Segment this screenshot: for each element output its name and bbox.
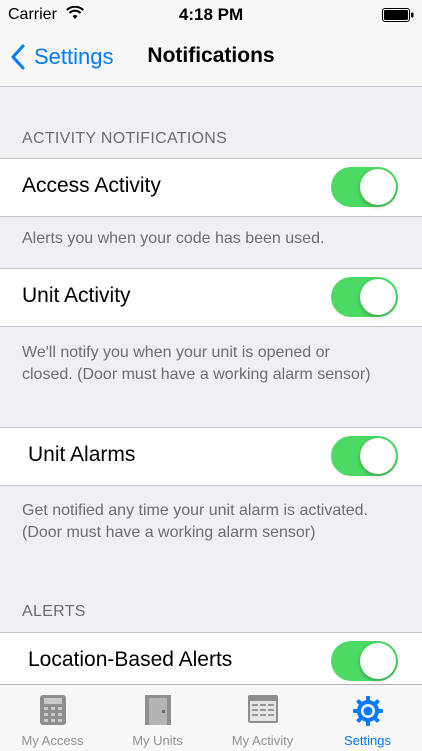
location-alerts-toggle[interactable] bbox=[331, 641, 398, 681]
unit-alarms-toggle[interactable] bbox=[331, 436, 398, 476]
tab-my-units[interactable]: My Units bbox=[105, 685, 210, 751]
row-access-activity: Access Activity bbox=[0, 158, 422, 217]
section-header-activity: ACTIVITY NOTIFICATIONS bbox=[22, 130, 228, 147]
navigation-bar: Settings Notifications bbox=[0, 30, 422, 87]
door-icon bbox=[144, 695, 171, 725]
row-footer: Get notified any time your unit alarm is… bbox=[22, 502, 368, 541]
toggle-knob bbox=[360, 438, 396, 474]
row-location-alerts: Location-Based Alerts bbox=[0, 632, 422, 691]
tab-label: My Activity bbox=[231, 733, 294, 748]
toggle-knob bbox=[360, 643, 396, 679]
tab-label: Settings bbox=[344, 733, 391, 748]
clock: 4:18 PM bbox=[178, 5, 244, 24]
row-footer: Alerts you when your code has been used. bbox=[22, 230, 325, 247]
toggle-knob bbox=[360, 169, 396, 205]
row-label: Access Activity bbox=[22, 174, 161, 197]
row-label: Location-Based Alerts bbox=[28, 648, 233, 671]
calendar-icon bbox=[247, 695, 278, 723]
row-label: Unit Activity bbox=[22, 284, 131, 307]
tab-my-activity[interactable]: My Activity bbox=[210, 685, 315, 751]
tab-label: My Access bbox=[21, 733, 84, 748]
access-activity-toggle[interactable] bbox=[331, 167, 398, 207]
tab-label: My Units bbox=[132, 733, 183, 748]
row-unit-activity: Unit Activity bbox=[0, 268, 422, 327]
toggle-knob bbox=[360, 279, 396, 315]
row-label: Unit Alarms bbox=[28, 443, 136, 466]
battery-icon bbox=[382, 8, 414, 22]
row-footer: We'll notify you when your unit is opene… bbox=[22, 344, 371, 383]
keypad-icon bbox=[39, 695, 66, 725]
tab-my-access[interactable]: My Access bbox=[0, 685, 105, 751]
row-unit-alarms: Unit Alarms bbox=[0, 427, 422, 486]
section-header-alerts: ALERTS bbox=[22, 603, 86, 620]
status-bar: Carrier 4:18 PM bbox=[0, 0, 422, 30]
unit-activity-toggle[interactable] bbox=[331, 277, 398, 317]
tab-bar: My Access My Units My Activity Settings bbox=[0, 684, 422, 751]
gear-icon bbox=[352, 696, 383, 726]
page-title: Notifications bbox=[147, 44, 275, 67]
tab-settings[interactable]: Settings bbox=[315, 685, 420, 751]
